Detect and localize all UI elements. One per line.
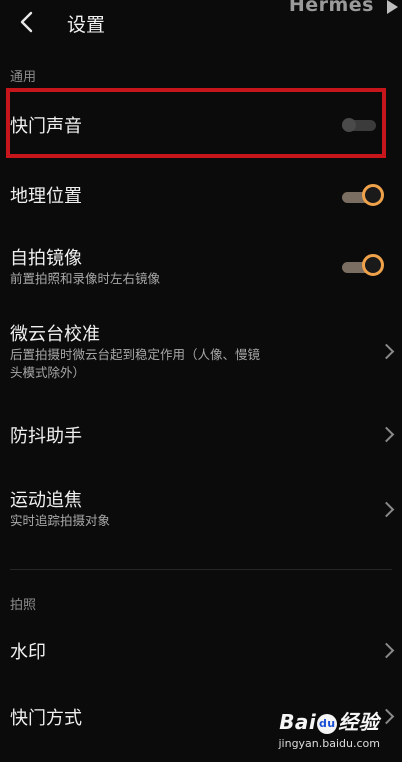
paw-icon: du	[317, 713, 338, 734]
setting-title: 地理位置	[10, 186, 82, 207]
setting-row-anti-shake[interactable]: 防抖助手	[0, 408, 402, 458]
setting-row-gimbal-calibration[interactable]: 微云台校准 后置拍摄时微云台起到稳定作用（人像、慢镜头模式除外）	[0, 310, 402, 390]
section-header-general: 通用	[10, 70, 37, 85]
play-icon	[387, 0, 398, 14]
setting-row-motion-focus[interactable]: 运动追焦 实时追踪拍摄对象	[0, 476, 402, 540]
section-header-photo: 拍照	[10, 598, 37, 613]
location-toggle[interactable]	[342, 184, 388, 206]
setting-subtitle: 实时追踪拍摄对象	[10, 513, 111, 528]
page-title: 设置	[67, 14, 106, 36]
setting-title: 运动追焦	[10, 490, 82, 511]
back-button[interactable]	[10, 6, 42, 38]
chevron-right-icon	[378, 708, 395, 725]
section-divider	[10, 569, 392, 570]
chevron-right-icon	[378, 343, 395, 360]
overlay-text: Hermes	[288, 0, 374, 16]
setting-subtitle: 后置拍摄时微云台起到稳定作用（人像、慢镜头模式除外）	[10, 347, 261, 380]
app-header: 设置 Hermes	[0, 0, 402, 48]
setting-row-selfie-mirror[interactable]: 自拍镜像 前置拍照和录像时左右镜像	[0, 234, 402, 296]
setting-title: 快门方式	[10, 708, 82, 729]
toggle-knob	[362, 184, 384, 206]
setting-title: 自拍镜像	[10, 248, 82, 269]
baidu-logo: Bai du 经验	[278, 706, 380, 735]
setting-title: 防抖助手	[10, 426, 82, 447]
chevron-right-icon	[378, 642, 395, 659]
setting-subtitle: 前置拍照和录像时左右镜像	[10, 271, 161, 286]
logo-text-post: 经验	[338, 710, 380, 734]
toggle-knob	[362, 254, 384, 276]
highlight-annotation	[6, 88, 386, 158]
selfie-mirror-toggle[interactable]	[342, 254, 388, 276]
watermark-url: jingyan.baidu.com	[278, 737, 380, 750]
setting-row-location[interactable]: 地理位置	[0, 168, 402, 220]
setting-row-watermark[interactable]: 水印	[0, 624, 402, 676]
chevron-left-icon	[20, 11, 33, 33]
baidu-jingyan-watermark: Bai du 经验 jingyan.baidu.com	[278, 706, 380, 750]
setting-title: 微云台校准	[10, 324, 100, 345]
logo-text-pre: Bai	[279, 710, 317, 734]
chevron-right-icon	[378, 426, 395, 443]
setting-title: 水印	[10, 642, 46, 663]
chevron-right-icon	[378, 501, 395, 518]
settings-screen: 设置 Hermes 通用 快门声音 地理位置 自拍镜像 前置拍照和录像时左右镜像…	[0, 0, 402, 762]
